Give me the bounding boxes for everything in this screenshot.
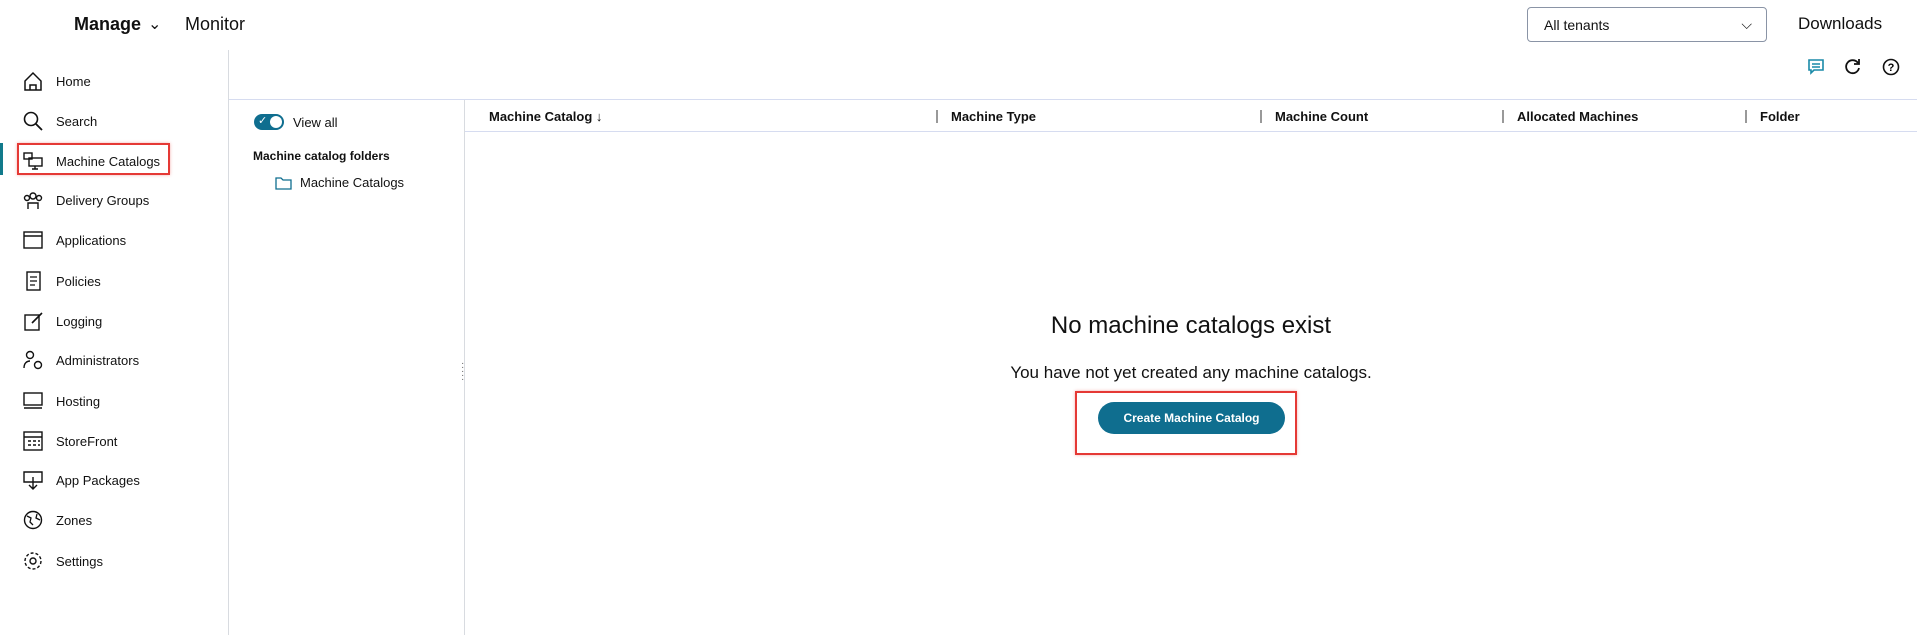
app-packages-icon [22,469,44,491]
create-machine-catalog-button[interactable]: Create Machine Catalog [1098,402,1285,434]
column-folder[interactable]: Folder [1760,109,1800,124]
folder-icon [275,176,292,190]
sidebar-item-label: Hosting [56,393,101,409]
view-all-label: View all [293,115,338,130]
sidebar-item-hosting[interactable]: Hosting [22,386,100,416]
empty-title: No machine catalogs exist [1050,312,1332,339]
chevron-down-icon[interactable]: ⌄ [148,14,161,34]
sidebar-item-delivery-groups[interactable]: Delivery Groups [22,185,149,215]
column-resizer[interactable] [1502,110,1504,123]
sidebar-item-logging[interactable]: Logging [22,306,102,336]
table-header: Machine Catalog ↓ Machine Type Machine C… [465,100,1917,132]
sidebar-item-label: Settings [56,553,103,569]
tenant-select-value: All tenants [1544,17,1610,33]
column-allocated-machines[interactable]: Allocated Machines [1517,109,1638,124]
chevron-down-icon: ⌵ [1741,16,1752,32]
sidebar-item-applications[interactable]: Applications [22,225,126,255]
column-machine-type[interactable]: Machine Type [951,109,1036,124]
logging-icon [22,310,44,332]
sidebar-item-app-packages[interactable]: App Packages [22,465,140,495]
downloads-link[interactable]: Downloads [1798,14,1882,34]
storefront-icon [22,430,44,452]
sidebar-item-machine-catalogs[interactable]: Machine Catalogs [22,146,160,176]
folder-label: Machine Catalogs [300,175,405,190]
help-icon[interactable]: ? [1882,58,1900,76]
policies-icon [22,270,44,292]
folders-heading: Machine catalog folders [253,149,390,163]
column-resizer[interactable] [1260,110,1262,123]
applications-icon [22,229,44,251]
view-all-toggle[interactable] [254,114,284,130]
administrators-icon [22,349,44,371]
sidebar-item-administrators[interactable]: Administrators [22,345,139,375]
tenant-select[interactable]: All tenants ⌵ [1527,7,1767,42]
feedback-icon[interactable] [1807,58,1825,76]
sidebar-item-home[interactable]: Home [22,66,91,96]
machine-catalogs-icon [22,150,44,172]
sidebar-item-label: StoreFront [56,433,118,449]
sidebar-item-label: Applications [56,232,127,248]
sidebar-item-policies[interactable]: Policies [22,266,101,296]
column-machine-count[interactable]: Machine Count [1275,109,1368,124]
search-icon [22,110,44,132]
svg-text:?: ? [1888,62,1895,74]
sidebar-item-label: Machine Catalogs [56,153,161,169]
sidebar-item-label: Policies [56,273,101,289]
sort-arrow-icon: ↓ [595,109,603,124]
hosting-icon [22,390,44,412]
column-machine-catalog[interactable]: Machine Catalog ↓ [489,109,602,124]
top-nav: Manage ⌄ Monitor All tenants ⌵ Downloads [0,0,1917,50]
sidebar-item-label: Search [56,113,98,129]
sidebar-item-search[interactable]: Search [22,106,97,136]
sidebar-item-label: App Packages [56,472,140,488]
sidebar-item-storefront[interactable]: StoreFront [22,426,117,456]
zones-icon [22,509,44,531]
refresh-icon[interactable] [1844,58,1862,76]
delivery-groups-icon [22,189,44,211]
column-label: Machine Catalog [489,109,593,124]
active-indicator [0,143,3,175]
resize-handle[interactable]: · · · · · [461,359,464,385]
sidebar-item-label: Zones [56,512,93,528]
folder-item[interactable]: Machine Catalogs [275,175,404,190]
sidebar-item-label: Delivery Groups [56,192,150,208]
sidebar-item-label: Logging [56,313,103,329]
home-icon [22,70,44,92]
sidebar-item-label: Administrators [56,352,140,368]
manage-menu[interactable]: Manage [74,14,141,35]
empty-subtitle: You have not yet created any machine cat… [1010,363,1372,382]
column-resizer[interactable] [936,110,938,123]
sidebar-item-zones[interactable]: Zones [22,505,92,535]
monitor-tab[interactable]: Monitor [185,14,245,35]
sidebar-item-label: Home [56,73,91,89]
sidebar-item-settings[interactable]: Settings [22,546,103,576]
settings-icon [22,550,44,572]
column-resizer[interactable] [1745,110,1747,123]
